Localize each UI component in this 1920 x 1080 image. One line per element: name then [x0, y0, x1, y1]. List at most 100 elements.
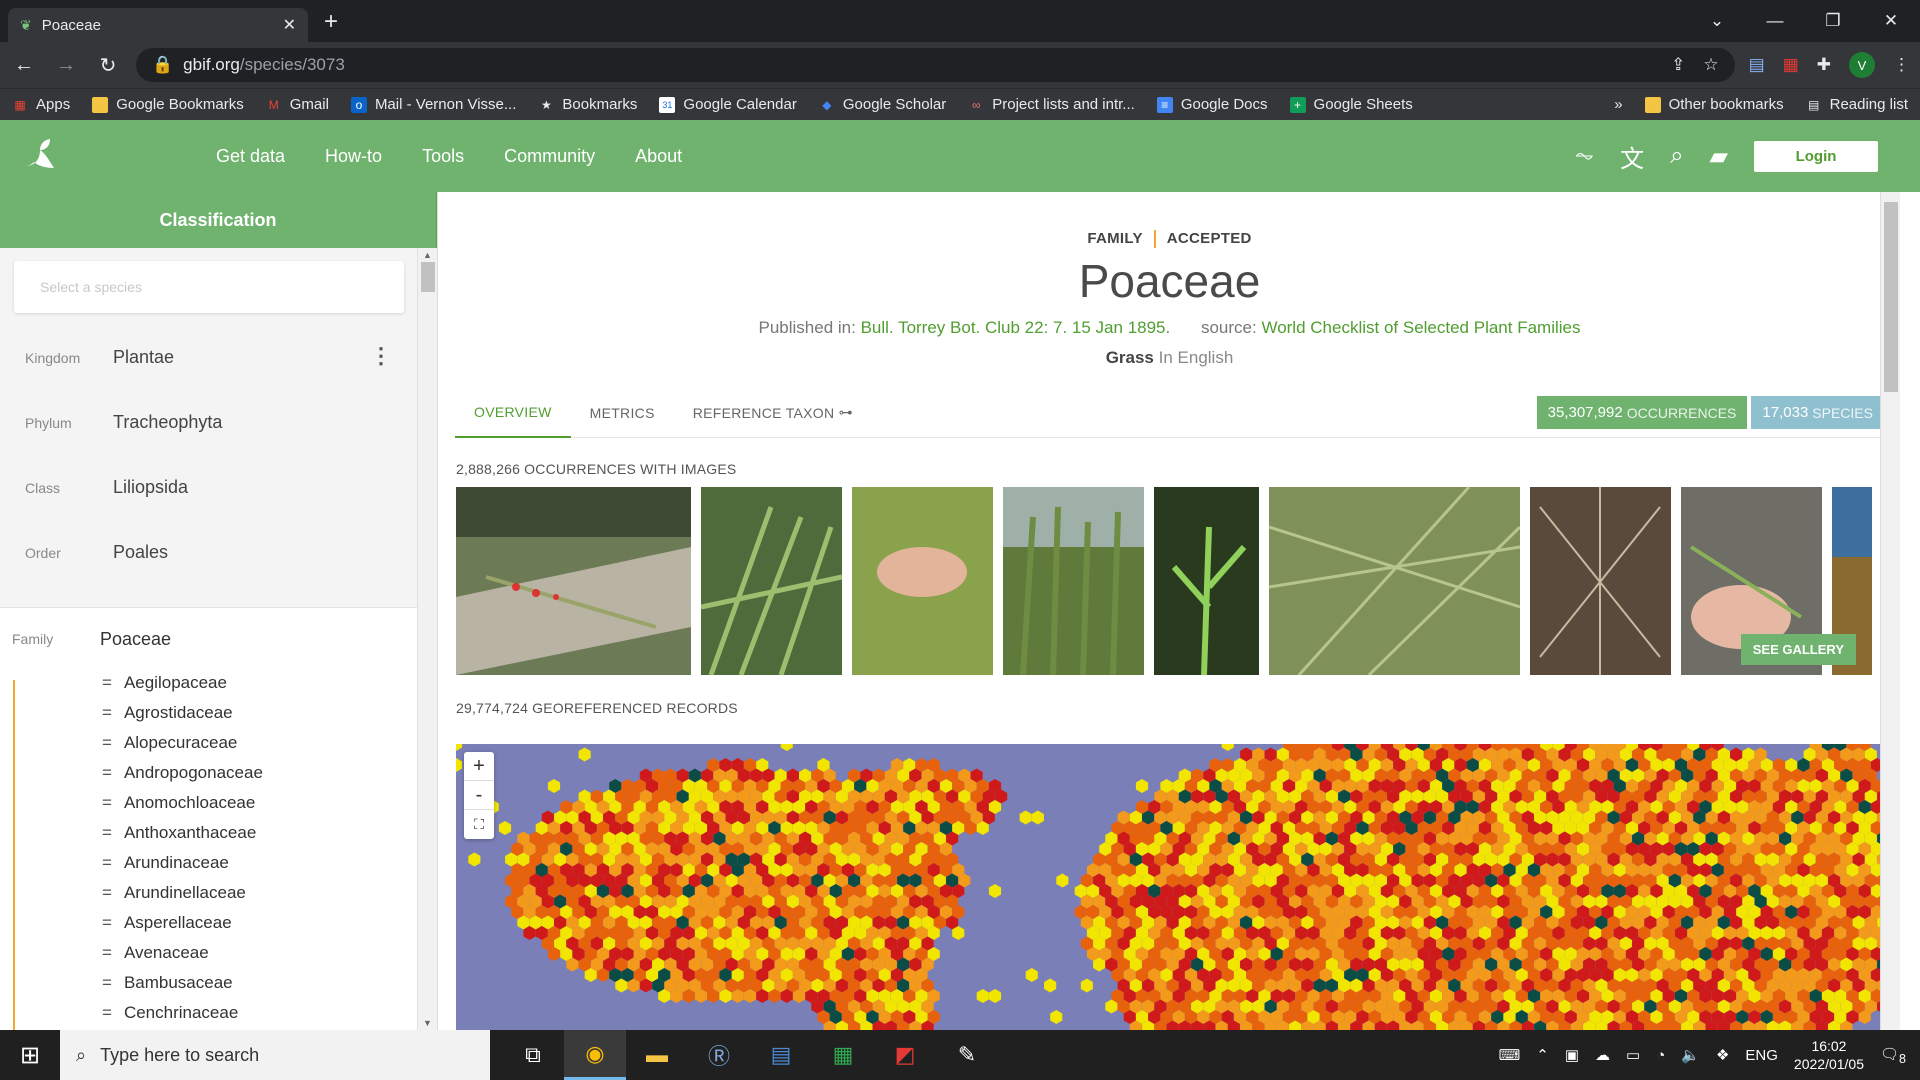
nav-community[interactable]: Community [504, 146, 595, 167]
rank-value[interactable]: Plantae [113, 347, 174, 368]
word-icon[interactable]: ▤ [750, 1030, 812, 1080]
chevron-up-icon[interactable]: ⌃ [1536, 1046, 1549, 1064]
bookmark-mail[interactable]: o Mail - Vernon Visse... [350, 96, 516, 113]
occurrences-badge[interactable]: 35,307,992 OCCURRENCES [1536, 396, 1748, 430]
bookmark-google-scholar[interactable]: ◆ Google Scholar [819, 96, 946, 113]
menu-kebab-icon[interactable]: ⋮ [1893, 55, 1910, 75]
bookmark-google-bookmarks[interactable]: Google Bookmarks [92, 96, 244, 113]
chrome-icon[interactable]: ◉ [564, 1030, 626, 1080]
excel-icon[interactable]: ▦ [812, 1030, 874, 1080]
bookmark-google-sheets[interactable]: + Google Sheets [1289, 96, 1413, 113]
synonym-item[interactable]: = Bambusaceae [0, 968, 418, 998]
synonym-item[interactable]: = Cenchrinaceae [0, 998, 418, 1028]
rank-value[interactable]: Liliopsida [113, 477, 188, 498]
profile-avatar[interactable]: V [1849, 52, 1875, 78]
nav-get-data[interactable]: Get data [216, 146, 285, 167]
bookmarks-overflow-button[interactable]: » [1614, 96, 1622, 113]
gallery-image[interactable] [852, 487, 993, 676]
synonym-item[interactable]: = Anthoxanthaceae [0, 818, 418, 848]
close-icon[interactable]: ✕ [1862, 0, 1920, 42]
gallery-image[interactable] [1003, 487, 1144, 676]
nav-how-to[interactable]: How-to [325, 146, 382, 167]
scrollbar-thumb[interactable] [1884, 202, 1898, 392]
close-tab-icon[interactable]: ✕ [283, 15, 296, 35]
rank-value[interactable]: Poaceae [100, 629, 171, 650]
synonym-item[interactable]: = Arundinellaceae [0, 878, 418, 908]
other-bookmarks[interactable]: Other bookmarks [1644, 96, 1784, 113]
clock[interactable]: 16:02 2022/01/05 [1794, 1037, 1864, 1073]
bookmark-project-lists[interactable]: ∞ Project lists and intr... [968, 96, 1135, 113]
rank-row-kingdom[interactable]: Kingdom Plantae ⋮ [0, 325, 418, 390]
reload-icon[interactable]: ↻ [94, 53, 122, 78]
gallery-image[interactable] [1154, 487, 1259, 676]
scroll-up-icon[interactable]: ▲ [423, 250, 432, 260]
occurrence-map[interactable]: + - ⛶ [456, 744, 1880, 1030]
forward-icon[interactable]: → [52, 54, 80, 77]
gallery-image[interactable] [456, 487, 691, 676]
back-icon[interactable]: ← [10, 54, 38, 77]
bookmark-gmail[interactable]: M Gmail [266, 96, 329, 113]
tab-overview[interactable]: OVERVIEW [455, 388, 571, 438]
synonym-item[interactable]: = Alopecuraceae [0, 728, 418, 758]
share-icon[interactable]: ⇪ [1671, 55, 1685, 75]
bookmark-google-docs[interactable]: ≡ Google Docs [1156, 96, 1268, 113]
bookmark-bookmarks[interactable]: ★ Bookmarks [538, 96, 637, 113]
fullscreen-button[interactable]: ⛶ [464, 810, 494, 839]
translate-icon[interactable]: 文 [1620, 139, 1644, 174]
see-gallery-button[interactable]: SEE GALLERY [1740, 634, 1856, 666]
synonym-item[interactable]: = Andropogonaceae [0, 758, 418, 788]
rank-value[interactable]: Poales [113, 542, 168, 563]
synonym-item[interactable]: = Agrostidaceae [0, 698, 418, 728]
rank-row-order[interactable]: Order Poales [0, 520, 418, 585]
bookmark-google-calendar[interactable]: 31 Google Calendar [659, 96, 797, 113]
synonym-item[interactable]: = Avenaceae [0, 938, 418, 968]
nav-about[interactable]: About [635, 146, 682, 167]
rank-value[interactable]: Tracheophyta [113, 412, 222, 433]
bookmark-star-icon[interactable]: ☆ [1703, 55, 1718, 75]
browser-tab[interactable]: ❦ Poaceae ✕ [8, 8, 308, 42]
tab-reference-taxon[interactable]: REFERENCE TAXON ⊶ [674, 388, 872, 438]
volume-icon[interactable]: 🔈 [1681, 1046, 1700, 1064]
task-view-icon[interactable]: ⧉ [502, 1030, 564, 1080]
chevron-down-icon[interactable]: ⌄ [1688, 0, 1746, 42]
extensions-puzzle-icon[interactable]: ✚ [1817, 55, 1831, 75]
species-badge[interactable]: 17,033 SPECIES [1751, 396, 1884, 430]
windows-start-icon[interactable]: ⊞ [0, 1030, 60, 1080]
keyboard-icon[interactable]: ⌨ [1499, 1046, 1521, 1064]
taskbar-search[interactable]: ⌕ Type here to search [60, 1030, 490, 1080]
page-scrollbar[interactable] [1880, 192, 1900, 1030]
restore-icon[interactable]: ❐ [1804, 0, 1862, 42]
synonym-item[interactable]: = Asperellaceae [0, 908, 418, 938]
login-button[interactable]: Login [1754, 140, 1878, 172]
source-link[interactable]: World Checklist of Selected Plant Famili… [1261, 318, 1580, 337]
nav-tools[interactable]: Tools [422, 146, 464, 167]
bookmark-apps[interactable]: ▦ Apps [12, 96, 70, 113]
synonym-item[interactable]: = Arundinaceae [0, 848, 418, 878]
scroll-down-icon[interactable]: ▼ [423, 1018, 432, 1028]
dropbox-icon[interactable]: ❖ [1716, 1046, 1729, 1064]
gallery-image[interactable] [1530, 487, 1671, 676]
zotero-extension-icon[interactable]: ▦ [1783, 55, 1799, 75]
docs-extension-icon[interactable]: ▤ [1749, 55, 1765, 75]
r-app-icon[interactable]: Ⓡ [688, 1030, 750, 1080]
tab-metrics[interactable]: METRICS [571, 388, 674, 438]
sidebar-scrollbar[interactable]: ▲ ▼ [417, 248, 437, 1030]
synonym-item[interactable]: = Aegilopaceae [0, 668, 418, 698]
gallery-image[interactable] [1268, 487, 1522, 676]
language-indicator[interactable]: ENG [1745, 1047, 1778, 1064]
file-explorer-icon[interactable]: ▬ [626, 1030, 688, 1080]
published-link[interactable]: Bull. Torrey Bot. Club 22: 7. 15 Jan 189… [861, 318, 1171, 337]
gbif-logo-icon[interactable] [18, 134, 62, 178]
feedback-comment-icon[interactable]: ▰ [1710, 142, 1728, 171]
minimize-icon[interactable]: — [1746, 0, 1804, 42]
reading-list[interactable]: ▤ Reading list [1806, 96, 1908, 113]
cloud-icon[interactable]: ☁ [1595, 1046, 1610, 1064]
activity-pulse-icon[interactable]: ⏦ [1574, 142, 1594, 170]
select-species-input[interactable]: Select a species [14, 261, 404, 313]
wifi-icon[interactable]: ◔ [1656, 1047, 1665, 1064]
rank-row-family[interactable]: Family Poaceae [0, 608, 418, 670]
rank-row-phylum[interactable]: Phylum Tracheophyta [0, 390, 418, 455]
address-bar[interactable]: 🔒 gbif.org/species/3073 ⇪ ☆ [136, 48, 1735, 82]
acrobat-icon[interactable]: ◩ [874, 1030, 936, 1080]
camera-icon[interactable]: ▣ [1565, 1046, 1579, 1064]
